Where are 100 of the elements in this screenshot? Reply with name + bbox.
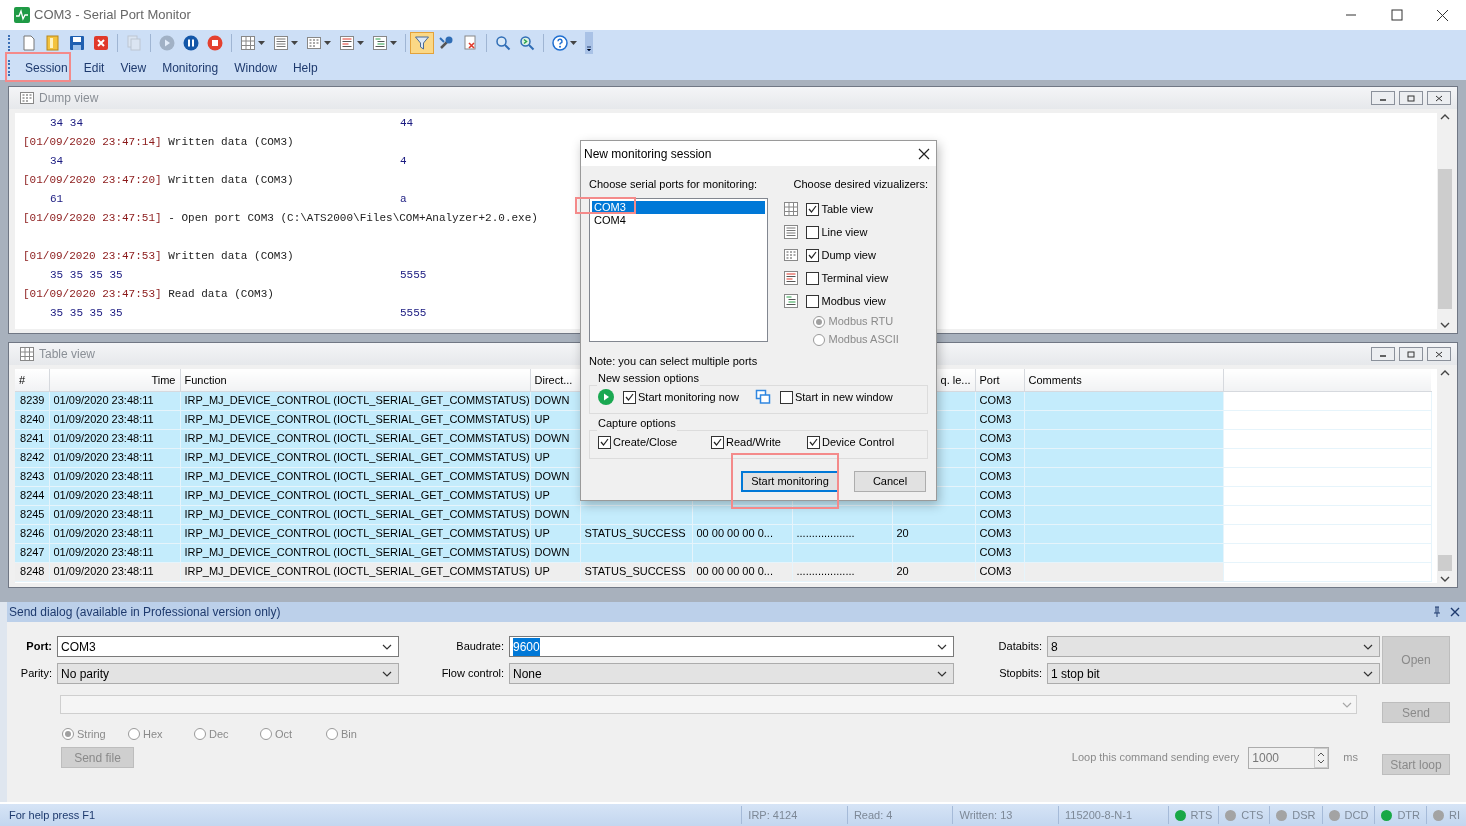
filter-icon bbox=[414, 35, 430, 51]
checkbox[interactable] bbox=[779, 390, 793, 404]
lines-icon bbox=[273, 35, 289, 51]
status-text: For help press F1 bbox=[8, 807, 97, 823]
toolbar-overflow-icon[interactable] bbox=[585, 32, 593, 54]
ascii-text: 5555 bbox=[400, 307, 427, 319]
play-icon bbox=[598, 389, 614, 405]
column-header[interactable]: Time bbox=[49, 369, 180, 391]
check-icon bbox=[713, 438, 722, 446]
checkbox[interactable] bbox=[806, 271, 820, 285]
app-icon bbox=[14, 7, 30, 23]
hex-bytes: 61 bbox=[49, 192, 65, 207]
check-icon bbox=[808, 251, 818, 259]
close-icon[interactable] bbox=[1436, 8, 1450, 22]
checkbox[interactable] bbox=[806, 202, 820, 216]
hex-bytes: 34 34 bbox=[49, 116, 84, 131]
checkbox[interactable] bbox=[711, 435, 724, 449]
chevron-down-icon[interactable] bbox=[382, 643, 392, 650]
table-row[interactable]: 8248 01/09/2020 23:48:11 IRP_MJ_DEVICE_CONTROL (IOCTL_SERIAL_GET_COMMSTATUS) UP STATUS_SUCCESS 00 00 00 00 0... ................... 20 COM3 bbox=[15, 562, 1431, 581]
checkbox-label: Line view bbox=[821, 224, 868, 240]
list-item[interactable]: COM3 bbox=[592, 200, 765, 214]
radio-button[interactable] bbox=[194, 728, 206, 741]
column-header[interactable]: # bbox=[15, 369, 49, 391]
scroll-down-icon[interactable] bbox=[1440, 321, 1450, 329]
radio-button[interactable] bbox=[326, 728, 338, 741]
field-label: Databits: bbox=[997, 639, 1043, 655]
checkbox[interactable] bbox=[806, 248, 820, 262]
table-row[interactable]: 8247 01/09/2020 23:48:11 IRP_MJ_DEVICE_CONTROL (IOCTL_SERIAL_GET_COMMSTATUS) DOWN COM3 bbox=[15, 543, 1431, 562]
caret-icon bbox=[291, 41, 298, 45]
document-icon bbox=[21, 35, 37, 51]
ascii-text: 4 bbox=[400, 155, 407, 167]
panel-title: Table view bbox=[39, 346, 96, 363]
log-message: Written data (COM3) bbox=[168, 136, 294, 148]
column-header[interactable]: Comments bbox=[1024, 369, 1223, 391]
radio-button[interactable] bbox=[813, 315, 826, 328]
dialog-title: New monitoring session bbox=[584, 145, 712, 163]
status-text: Written: 13 bbox=[952, 806, 1058, 824]
pin-icon[interactable] bbox=[1432, 606, 1442, 618]
group-title: Capture options bbox=[597, 416, 677, 430]
column-header[interactable]: Function bbox=[180, 369, 530, 391]
status-text: RTS bbox=[1190, 807, 1213, 823]
menu-item[interactable]: Help bbox=[284, 56, 326, 80]
checkbox[interactable] bbox=[806, 294, 820, 308]
command-field[interactable] bbox=[60, 695, 1357, 714]
dropdown[interactable]: 9600 bbox=[509, 636, 954, 657]
timestamp: [01/09/2020 23:47:53] bbox=[23, 250, 162, 262]
scroll-up-icon[interactable] bbox=[1440, 369, 1450, 377]
dropdown[interactable]: COM3 bbox=[57, 636, 399, 657]
spinner-arrows-icon[interactable] bbox=[1314, 747, 1329, 768]
grid-icon bbox=[240, 35, 256, 51]
minimize-button[interactable] bbox=[1371, 91, 1395, 105]
menu-item[interactable]: View bbox=[112, 56, 155, 80]
dialog-button[interactable]: Cancel bbox=[854, 471, 926, 492]
toolbar-button[interactable] bbox=[410, 32, 434, 54]
scroll-thumb[interactable] bbox=[1438, 555, 1452, 571]
chevron-down-icon[interactable] bbox=[937, 643, 947, 650]
check-icon bbox=[625, 393, 634, 401]
table-row[interactable]: 8246 01/09/2020 23:48:11 IRP_MJ_DEVICE_CONTROL (IOCTL_SERIAL_GET_COMMSTATUS) UP STATUS_SUCCESS 00 00 00 00 0... ................... 20 COM3 bbox=[15, 524, 1431, 543]
radio-button[interactable] bbox=[260, 728, 272, 741]
timestamp: [01/09/2020 23:47:51] bbox=[23, 212, 162, 224]
scroll-thumb[interactable] bbox=[1438, 169, 1452, 309]
restore-button[interactable] bbox=[1399, 347, 1423, 361]
scroll-down-icon[interactable] bbox=[1440, 575, 1450, 583]
scroll-up-icon[interactable] bbox=[1440, 113, 1450, 121]
clear-document-icon bbox=[462, 35, 478, 51]
text-lines-icon bbox=[783, 270, 800, 286]
column-header[interactable]: Direct... bbox=[530, 369, 580, 391]
radio-button[interactable] bbox=[813, 333, 826, 346]
list-item[interactable]: COM4 bbox=[592, 213, 765, 227]
radio-button[interactable] bbox=[128, 728, 140, 741]
checkbox-label: Device Control bbox=[822, 434, 895, 450]
menu-item[interactable]: Session bbox=[17, 56, 76, 80]
status-text: CTS bbox=[1241, 807, 1264, 823]
table-row[interactable]: 8245 01/09/2020 23:48:11 IRP_MJ_DEVICE_CONTROL (IOCTL_SERIAL_GET_COMMSTATUS) DOWN COM3 bbox=[15, 505, 1431, 524]
checkbox[interactable] bbox=[806, 225, 820, 239]
checkbox[interactable] bbox=[623, 390, 636, 404]
grid-icon bbox=[19, 346, 35, 362]
dotted-grid-icon bbox=[783, 247, 800, 263]
checkbox[interactable] bbox=[598, 435, 611, 449]
number-spinner[interactable]: 1000 bbox=[1248, 746, 1330, 769]
close-icon[interactable] bbox=[918, 147, 930, 160]
caret-icon bbox=[357, 41, 364, 45]
port-list[interactable]: COM3 COM4 bbox=[589, 197, 768, 342]
close-icon[interactable] bbox=[1450, 607, 1460, 617]
restore-button[interactable] bbox=[1399, 91, 1423, 105]
dialog-button[interactable]: Start monitoring bbox=[741, 471, 839, 492]
menu-item[interactable]: Monitoring bbox=[154, 56, 227, 80]
minimize-button[interactable] bbox=[1371, 347, 1395, 361]
close-button[interactable] bbox=[1427, 347, 1451, 361]
radio-label: Hex bbox=[128, 726, 194, 743]
menu-item[interactable]: Window bbox=[226, 56, 285, 80]
close-button[interactable] bbox=[1427, 91, 1451, 105]
column-header[interactable]: Port bbox=[975, 369, 1024, 391]
field-label: Baudrate: bbox=[455, 639, 505, 655]
radio-button[interactable] bbox=[62, 728, 74, 741]
section-label: Choose serial ports for monitoring: bbox=[589, 177, 759, 192]
checkbox[interactable] bbox=[807, 435, 820, 449]
status-text: DTR bbox=[1397, 807, 1420, 823]
menu-item[interactable]: Edit bbox=[75, 56, 113, 80]
maximize-icon[interactable] bbox=[1390, 8, 1404, 22]
